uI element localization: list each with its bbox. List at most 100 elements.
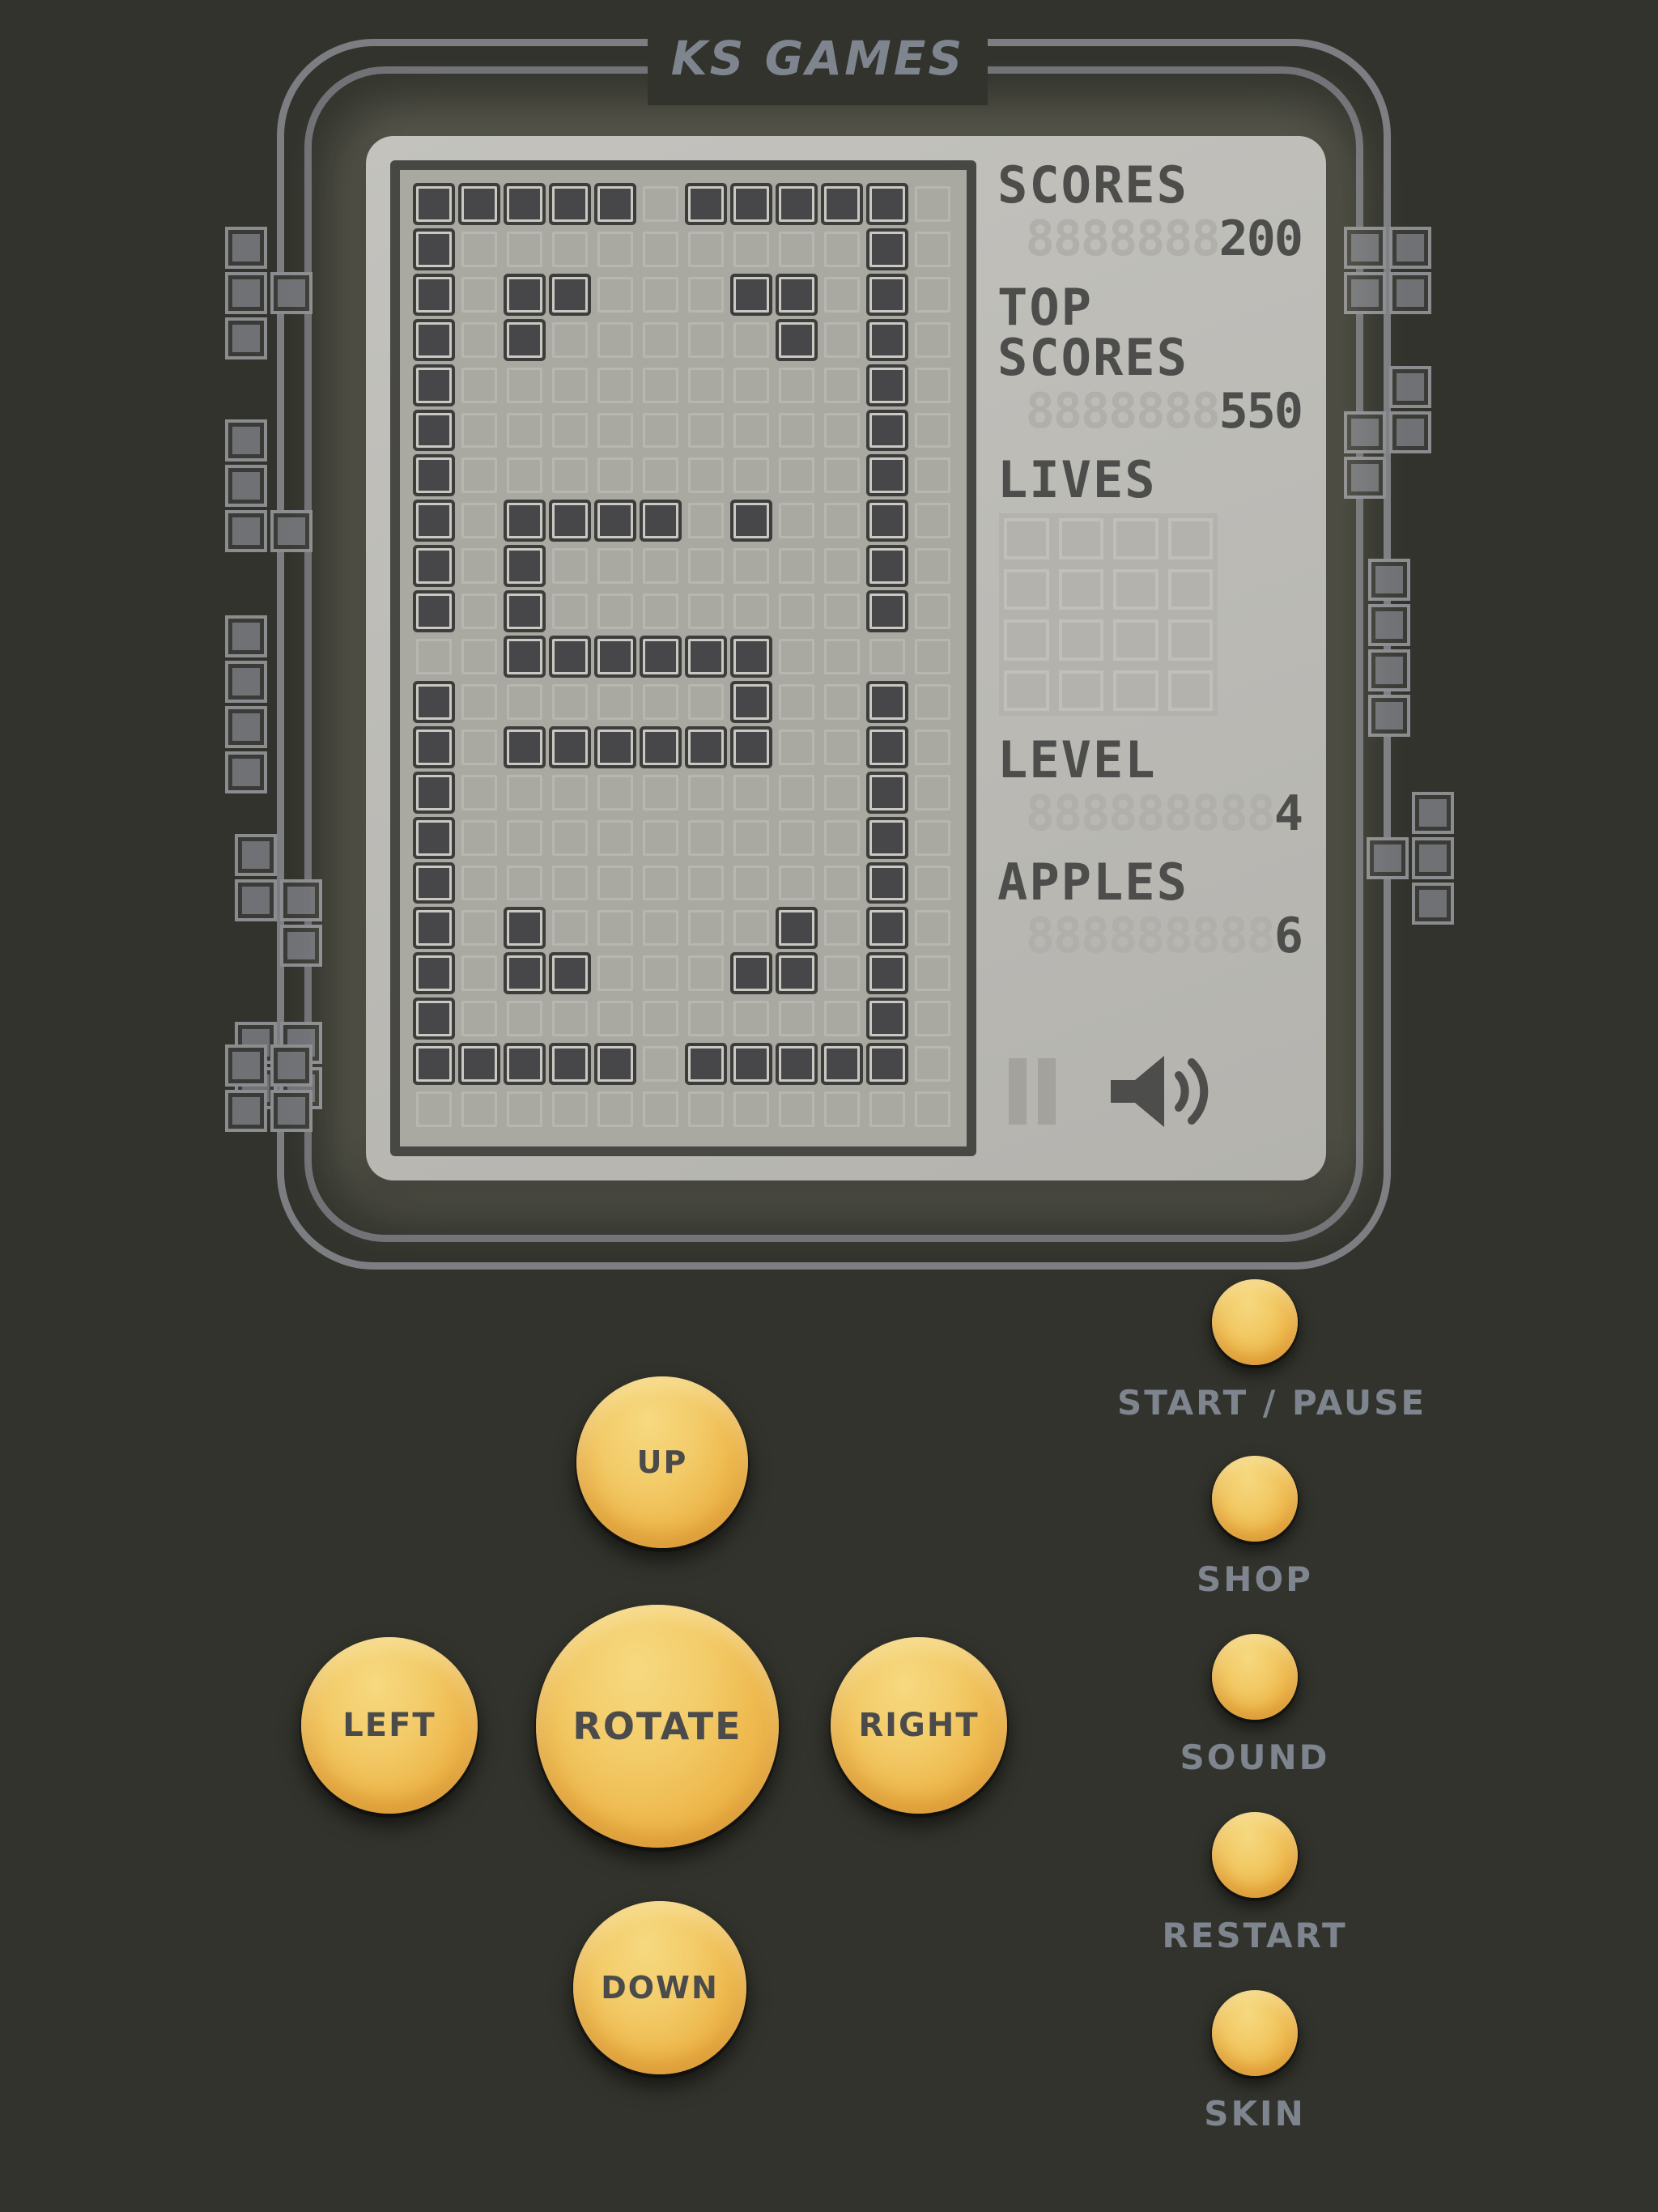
playfield-cell [819,679,865,725]
playfield-cell [638,589,683,634]
speaker-icon [1104,1051,1226,1132]
decor-block [225,751,267,793]
playfield-cell [547,181,593,227]
playfield-cell [683,725,729,770]
down-button[interactable]: DOWN [573,1901,746,2074]
playfield-cell [502,951,547,996]
decor-block [1368,559,1410,601]
life-cell [1108,615,1163,666]
menu-item-start-pause: START / PAUSE [1117,1279,1427,1423]
playfield-cell [411,905,457,951]
playfield-cell [774,951,819,996]
playfield-cell [593,679,638,725]
decor-block [1344,457,1386,499]
playfield-cell [411,317,457,363]
playfield-cell [547,272,593,317]
playfield-cell [729,1087,774,1132]
playfield-cell [457,1087,502,1132]
left-button[interactable]: LEFT [301,1637,478,1814]
playfield-cell [411,589,457,634]
playfield-cell [593,951,638,996]
up-button[interactable]: UP [576,1376,748,1548]
playfield-cell [910,1041,955,1087]
playfield-cell [819,905,865,951]
playfield-cell [411,408,457,453]
playfield-cell [910,272,955,317]
playfield-cell [638,951,683,996]
playfield-cell [729,498,774,543]
playfield-cell [819,1041,865,1087]
decor-block [1389,411,1431,453]
playfield-cell [502,770,547,815]
playfield-cell [819,770,865,815]
playfield-cell [819,453,865,498]
playfield-cell [774,815,819,861]
playfield-cell [547,317,593,363]
skin-button[interactable] [1212,1990,1298,2076]
start-pause-label: START / PAUSE [1117,1383,1427,1423]
playfield-cell [502,996,547,1041]
playfield-cell [457,453,502,498]
shop-button[interactable] [1212,1456,1298,1542]
decor-block [225,510,267,552]
playfield-cell [774,227,819,272]
playfield-cell [910,543,955,589]
playfield-cell [411,227,457,272]
playfield-cell [683,770,729,815]
playfield-cell [819,408,865,453]
playfield-cell [638,363,683,408]
playfield-cell [683,317,729,363]
playfield-cell [910,453,955,498]
playfield-cell [411,363,457,408]
playfield-cell [502,1087,547,1132]
playfield-cell [638,408,683,453]
playfield-cell [774,996,819,1041]
decor-block [225,227,267,269]
playfield-cell [865,634,910,679]
life-cell [1108,666,1163,717]
playfield-cell [502,815,547,861]
decor-block [280,925,322,967]
playfield-cell [502,679,547,725]
sound-button[interactable] [1212,1634,1298,1720]
decor-block [225,615,267,657]
decor-block [270,1090,312,1132]
rotate-button[interactable]: ROTATE [536,1605,779,1848]
start-pause-button[interactable] [1212,1279,1298,1365]
rotate-button-label: ROTATE [572,1704,742,1748]
scores-value: 200 [1218,211,1303,267]
playfield-cell [502,363,547,408]
playfield-cell [683,634,729,679]
playfield-cell [729,1041,774,1087]
right-button-label: RIGHT [858,1707,980,1744]
playfield-cell [547,363,593,408]
right-button[interactable]: RIGHT [831,1637,1007,1814]
playfield-cell [729,453,774,498]
playfield-cell [638,227,683,272]
restart-button[interactable] [1212,1812,1298,1898]
decor-block [1367,837,1409,879]
playfield-cell [910,861,955,906]
playfield-cell [593,181,638,227]
playfield-cell [865,453,910,498]
down-button-label: DOWN [601,1970,719,2006]
playfield-cell [502,861,547,906]
playfield-cell [683,1087,729,1132]
playfield-cell [547,679,593,725]
playfield-cell [457,227,502,272]
playfield-cell [819,589,865,634]
playfield-cell [547,996,593,1041]
playfield-cell [774,543,819,589]
playfield-cell [411,634,457,679]
decor-block [1389,227,1431,269]
scores-placeholder-digits: 8888888 [1025,211,1221,267]
playfield-cell [819,363,865,408]
playfield-cell [774,317,819,363]
decor-block [225,706,267,748]
playfield-cell [910,317,955,363]
playfield-cell [411,996,457,1041]
playfield-cell [547,1041,593,1087]
game-playfield[interactable] [411,181,955,1132]
playfield-cell [502,589,547,634]
playfield-cell [411,770,457,815]
